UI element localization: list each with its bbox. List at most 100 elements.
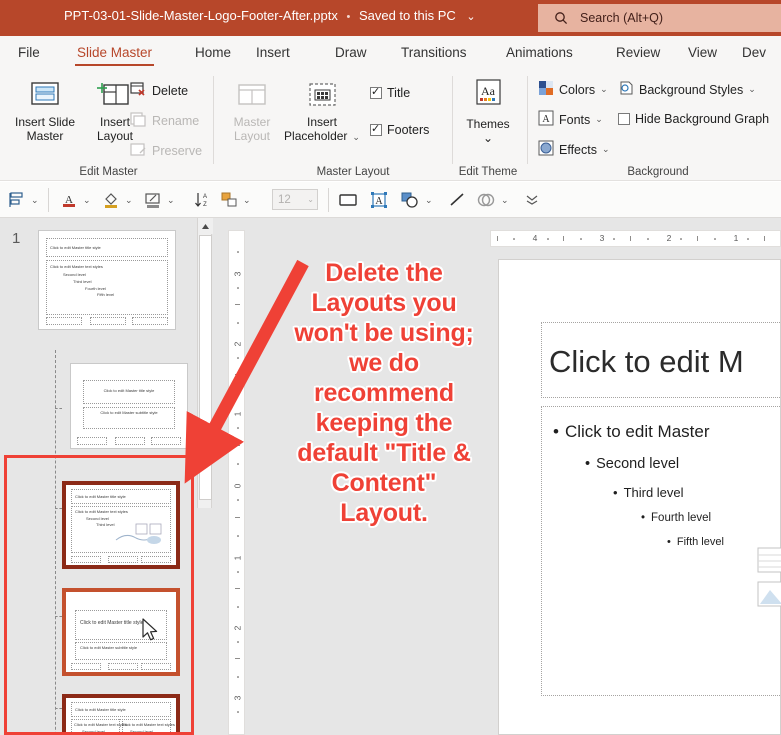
hruler-major-tick xyxy=(697,236,698,241)
chevron-down-icon[interactable]: ⌄ xyxy=(307,195,314,204)
hruler-tick-3: 3 xyxy=(599,233,605,243)
thumb-title-placeholder: Click to edit Master title style xyxy=(46,238,168,257)
thumbnail-content: Click to edit Master title style Click t… xyxy=(71,364,187,448)
chevron-down-icon[interactable]: ⌄ xyxy=(83,195,91,206)
thumb-title-placeholder: Click to edit Master title style xyxy=(83,380,175,404)
content-placeholder-icons[interactable] xyxy=(754,546,781,626)
tab-animations[interactable]: Animations xyxy=(504,36,575,68)
tab-view[interactable]: View xyxy=(686,36,719,68)
thumb-footer-center xyxy=(90,317,126,325)
search-placeholder-text: Search (Alt+Q) xyxy=(580,11,664,25)
shape-fill-icon[interactable]: ⌄ xyxy=(102,190,133,210)
chevron-down-icon-2[interactable]: ⌄ xyxy=(595,114,603,125)
group-label-edit-theme: Edit Theme xyxy=(458,166,518,178)
themes-chevron-icon[interactable]: ⌄ xyxy=(458,131,518,145)
chevron-down-icon-3[interactable]: ⌄ xyxy=(602,144,610,155)
delete-label: Delete xyxy=(152,84,189,98)
title-checkbox[interactable] xyxy=(370,85,382,99)
colors-button[interactable]: Colors ⌄ xyxy=(538,80,608,99)
thumb-footer-right xyxy=(132,317,168,325)
text-box-icon[interactable]: A xyxy=(370,190,388,210)
chevron-down-icon[interactable]: ⌄ xyxy=(600,84,608,95)
slide-edit-area[interactable]: 4 3 2 1 Click to edit M • Click to edit … xyxy=(490,218,781,735)
themes-button[interactable]: Aa Themes ⌄ xyxy=(458,78,518,145)
vertical-ruler: 3 2 1 0 1 2 3 xyxy=(228,230,245,735)
more-options-icon[interactable] xyxy=(524,190,540,210)
delete-button[interactable]: Delete xyxy=(130,82,188,100)
font-size-box[interactable]: 12 ⌄ xyxy=(272,189,318,210)
title-checkbox-item[interactable]: Title xyxy=(370,85,410,100)
insert-layout-icon xyxy=(95,83,135,115)
colors-icon xyxy=(538,80,554,99)
insert-placeholder-button[interactable]: Insert Placeholder ⌄ xyxy=(282,80,362,144)
ribbon-group-divider xyxy=(213,76,214,164)
chevron-down-icon[interactable]: ⌄ xyxy=(352,132,360,142)
slide-master-icon xyxy=(25,82,65,115)
vruler-major-tick xyxy=(235,658,240,659)
effects-label: Effects xyxy=(559,142,597,157)
tab-review[interactable]: Review xyxy=(614,36,662,68)
fonts-label: Fonts xyxy=(559,112,591,127)
insert-slide-master-button[interactable]: Insert Slide Master xyxy=(6,80,84,143)
fonts-button[interactable]: A Fonts ⌄ xyxy=(538,110,603,129)
vruler-tick-1top: 1 xyxy=(232,411,243,417)
hide-background-graphics-item[interactable]: Hide Background Graph xyxy=(618,112,769,126)
slide-body-placeholder[interactable] xyxy=(541,406,781,696)
vruler-major-tick xyxy=(235,445,240,446)
insert-placeholder-label-2: Placeholder ⌄ xyxy=(284,129,360,143)
colors-label: Colors xyxy=(559,82,596,97)
svg-text:Z: Z xyxy=(203,202,207,208)
title-slide-layout-thumbnail[interactable]: Click to edit Master title style Click t… xyxy=(70,363,188,449)
shapes-icon[interactable]: ⌄ xyxy=(400,190,433,210)
tab-home[interactable]: Home xyxy=(193,36,233,68)
align-icon[interactable]: ⌄ xyxy=(8,190,39,210)
scroll-up-arrow-icon[interactable] xyxy=(198,218,213,234)
search-box[interactable]: Search (Alt+Q) xyxy=(538,4,781,32)
chevron-down-icon[interactable]: ⌄ xyxy=(425,195,433,206)
slide-master-thumbnail[interactable]: Click to edit Master title style Click t… xyxy=(38,230,176,330)
slide-bullet-level-1: • Click to edit Master xyxy=(553,422,710,441)
chevron-down-icon[interactable]: ⌄ xyxy=(501,195,509,206)
vruler-tick-2bot: 2 xyxy=(232,625,243,631)
arrange-icon[interactable]: ⌄ xyxy=(220,190,251,210)
chevron-down-icon[interactable]: ⌄ xyxy=(31,195,39,206)
hide-background-graphics-label: Hide Background Graph xyxy=(635,112,770,126)
chevron-down-icon[interactable]: ⌄ xyxy=(125,195,133,206)
hruler-tick-4: 4 xyxy=(532,233,538,243)
slide-canvas[interactable]: Click to edit M • Click to edit Master • S… xyxy=(498,259,781,735)
master-layout-label-1: Master xyxy=(233,115,271,129)
chevron-down-icon[interactable]: ⌄ xyxy=(466,11,475,23)
rectangle-icon[interactable] xyxy=(338,190,358,210)
chevron-down-icon-4[interactable]: ⌄ xyxy=(748,84,756,95)
footers-checkbox[interactable] xyxy=(370,122,382,136)
rename-label: Rename xyxy=(152,114,200,128)
tab-draw[interactable]: Draw xyxy=(333,36,369,68)
insert-placeholder-label-1: Insert xyxy=(306,115,337,129)
shape-outline-icon[interactable]: ⌄ xyxy=(144,190,175,210)
vruler-tick-2top: 2 xyxy=(232,341,243,347)
shape-effects-icon[interactable]: ⌄ xyxy=(476,190,509,210)
tab-developer[interactable]: Dev xyxy=(740,36,768,68)
scrollbar-thumb[interactable] xyxy=(199,235,212,500)
preserve-button: Preserve xyxy=(130,142,202,160)
line-icon[interactable] xyxy=(448,190,466,210)
tab-insert[interactable]: Insert xyxy=(254,36,292,68)
rename-button: Rename xyxy=(130,112,199,130)
sort-icon[interactable]: AZ xyxy=(194,190,210,210)
background-styles-button[interactable]: Background Styles ⌄ xyxy=(618,80,756,99)
chevron-down-icon[interactable]: ⌄ xyxy=(243,195,251,206)
tab-transitions[interactable]: Transitions xyxy=(399,36,469,68)
bullet-glyph: • xyxy=(641,512,646,524)
effects-button[interactable]: Effects ⌄ xyxy=(538,140,610,159)
vruler-major-tick xyxy=(235,588,240,589)
chevron-down-icon[interactable]: ⌄ xyxy=(167,195,175,206)
thumb-level-5: Fifth level xyxy=(97,292,115,297)
tab-slide-master[interactable]: Slide Master xyxy=(75,36,155,68)
hide-background-graphics-checkbox[interactable] xyxy=(618,113,630,125)
tab-file[interactable]: File xyxy=(16,36,42,68)
powerpoint-window: PPT-03-01-Slide-Master-Logo-Footer-After… xyxy=(0,0,781,735)
font-color-icon[interactable]: A ⌄ xyxy=(60,190,91,210)
thumbnail-pane-scrollbar[interactable] xyxy=(197,218,213,508)
group-label-background: Background xyxy=(627,166,689,178)
footers-checkbox-item[interactable]: Footers xyxy=(370,122,429,137)
